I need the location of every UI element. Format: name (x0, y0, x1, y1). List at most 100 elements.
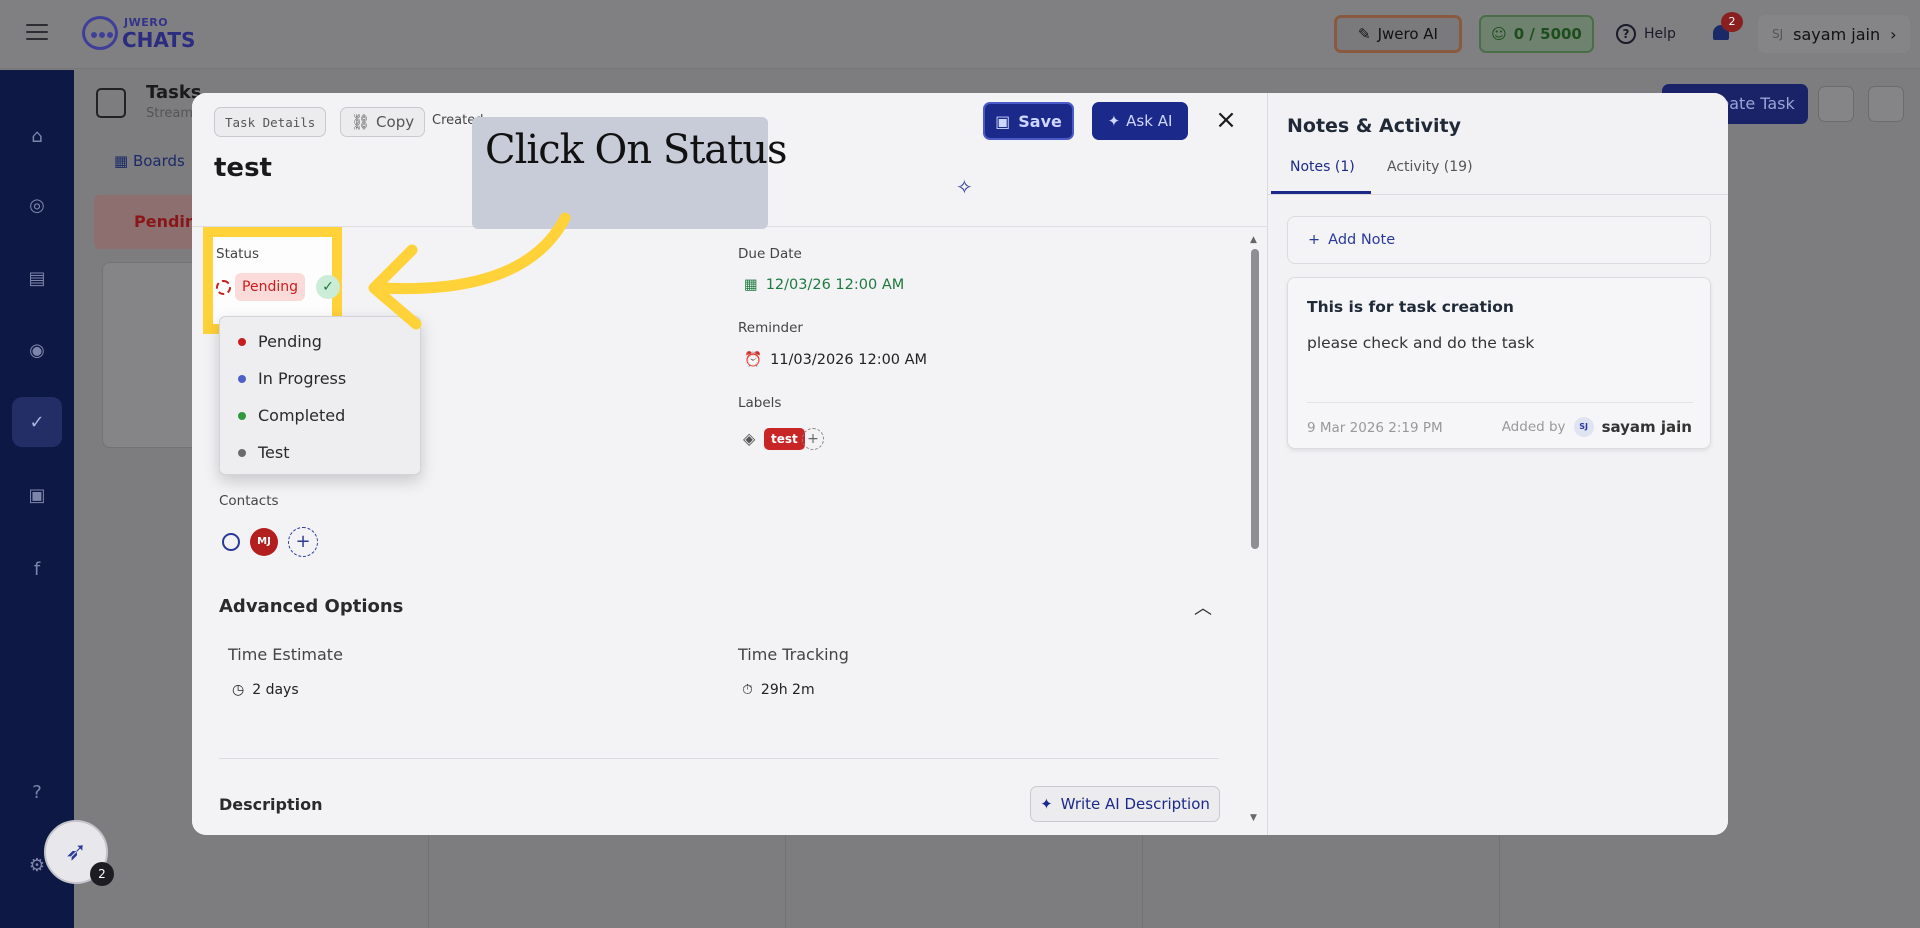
add-note-button[interactable]: + Add Note (1287, 216, 1711, 264)
labels-label: Labels (738, 395, 782, 411)
credits-value: 0 / 5000 (1513, 25, 1582, 43)
pending-column-header[interactable]: Pending (94, 195, 208, 249)
avatar: SJ (1772, 27, 1784, 41)
task-card[interactable] (102, 262, 202, 448)
save-label: Save (1018, 111, 1062, 131)
status-option-label: Completed (258, 406, 346, 425)
task-title[interactable]: test (214, 153, 272, 183)
user-name: sayam jain (1793, 24, 1881, 44)
chevron-up-icon[interactable]: ︿ (1194, 594, 1212, 620)
divider (1268, 194, 1728, 195)
credits-badge[interactable]: ☺ 0 / 5000 (1479, 15, 1594, 53)
due-date-field[interactable]: ▦ 12/03/26 12:00 AM (744, 277, 904, 293)
tab-notes[interactable]: Notes (1) (1290, 159, 1355, 175)
notes-panel-title: Notes & Activity (1287, 115, 1461, 137)
time-estimate-value: 2 days (252, 682, 299, 698)
note-title: This is for task creation (1307, 298, 1514, 316)
avatar[interactable]: MJ (250, 528, 278, 556)
avatar: SJ (1573, 417, 1594, 437)
document-icon[interactable]: ▤ (21, 262, 53, 294)
copy-label: Copy (376, 113, 415, 131)
divider (219, 758, 1219, 759)
status-dot (238, 374, 246, 383)
time-tracking-field[interactable]: ⏱ 29h 2m (742, 682, 815, 698)
help-icon: ? (1616, 24, 1636, 44)
save-button[interactable]: ▣ Save (983, 102, 1074, 140)
contacts-label: Contacts (219, 493, 279, 509)
author-name: sayam jain (1601, 418, 1692, 436)
sidebar: ⌂ ◎ ▤ ◉ ✓ ▣ f ? ⚙ (0, 70, 74, 928)
sparkle-icon[interactable]: ✧ (956, 175, 973, 199)
expand-icon[interactable] (1868, 86, 1904, 122)
reminder-value: 11/03/2026 12:00 AM (770, 351, 928, 368)
sparkle-icon: ✦ (1107, 112, 1121, 130)
app-logo[interactable]: JWERO CHATS (82, 14, 202, 54)
status-dot (238, 448, 246, 457)
time-tracking-value: 29h 2m (760, 682, 815, 698)
alarm-icon: ⏰ (744, 352, 763, 368)
chat-icon[interactable]: ◎ (21, 189, 53, 221)
scrollbar-thumb[interactable] (1251, 249, 1259, 549)
page-subtitle: Stream (146, 106, 194, 121)
pending-status-icon (216, 280, 231, 295)
callout-arrow-icon (368, 212, 571, 330)
notifications-button[interactable]: 2 (1711, 12, 1743, 44)
status-option-in-progress[interactable]: In Progress (220, 360, 420, 397)
stopwatch-icon: ⏱ (742, 682, 753, 698)
rocket-icon: ➶ (65, 837, 87, 867)
chevron-right-icon: › (1890, 24, 1897, 44)
launcher-button[interactable]: ➶ 2 (44, 820, 114, 886)
gear-icon[interactable] (1818, 86, 1854, 122)
tab-activity[interactable]: Activity (19) (1387, 159, 1473, 175)
add-label-icon[interactable]: + (802, 428, 824, 450)
jwero-ai-button[interactable]: ✎ Jwero AI (1334, 15, 1462, 53)
facebook-icon[interactable]: f (21, 553, 53, 585)
ask-ai-button[interactable]: ✦ Ask AI (1092, 102, 1188, 140)
jwero-ai-label: Jwero AI (1377, 25, 1438, 43)
plus-icon: + (1308, 232, 1321, 248)
scrollbar[interactable]: ▲ ▼ (1249, 235, 1261, 825)
add-contact-icon[interactable]: + (288, 527, 318, 557)
help-button[interactable]: ? Help (1616, 24, 1676, 44)
status-option-test[interactable]: Test (220, 434, 420, 471)
write-ai-description-button[interactable]: ✦ Write AI Description (1030, 786, 1220, 822)
check-icon[interactable]: ✓ (316, 275, 340, 299)
user-icon: ☺ (1491, 25, 1507, 43)
scroll-down-icon[interactable]: ▼ (1250, 813, 1257, 823)
scroll-up-icon[interactable]: ▲ (1250, 235, 1257, 245)
ask-ai-label: Ask AI (1126, 112, 1173, 130)
tasks-icon[interactable]: ✓ (12, 397, 62, 447)
status-option-label: Pending (258, 332, 322, 351)
home-icon[interactable]: ⌂ (21, 120, 53, 152)
status-badge[interactable]: Pending (235, 273, 305, 301)
contacts-row: MJ + (222, 527, 318, 557)
close-icon[interactable]: × (1212, 107, 1240, 135)
help-label: Help (1644, 26, 1676, 42)
time-estimate-label: Time Estimate (228, 645, 343, 664)
time-estimate-field[interactable]: ◷ 2 days (232, 682, 299, 698)
help-icon[interactable]: ? (21, 776, 53, 808)
notification-count: 2 (1721, 12, 1743, 32)
tab-boards-label: Boards (132, 152, 185, 170)
tab-boards[interactable]: ▦ Boards (114, 152, 185, 170)
advanced-options-heading[interactable]: Advanced Options (219, 596, 403, 617)
add-note-label: Add Note (1328, 232, 1396, 248)
status-dot (238, 411, 246, 420)
time-tracking-label: Time Tracking (738, 645, 849, 664)
status-option-completed[interactable]: Completed (220, 397, 420, 434)
broadcast-icon[interactable]: ◉ (21, 334, 53, 366)
status-option-label: In Progress (258, 369, 347, 388)
calendar-icon: ▦ (744, 277, 758, 293)
user-menu[interactable]: SJ sayam jain › (1758, 15, 1911, 53)
note-card[interactable]: This is for task creation please check a… (1287, 277, 1711, 449)
reminder-label: Reminder (738, 320, 803, 336)
menu-icon[interactable] (26, 24, 48, 42)
top-bar: JWERO CHATS ✎ Jwero AI ☺ 0 / 5000 ? Help… (0, 0, 1920, 69)
link-icon: ⛓ (351, 113, 371, 131)
divider (1307, 402, 1693, 403)
bot-icon[interactable]: ▣ (21, 479, 53, 511)
copy-button[interactable]: ⛓ Copy (340, 107, 426, 137)
reminder-field[interactable]: ⏰ 11/03/2026 12:00 AM (744, 351, 928, 369)
label-tag[interactable]: test (764, 428, 805, 450)
clock-icon: ◷ (232, 682, 245, 698)
